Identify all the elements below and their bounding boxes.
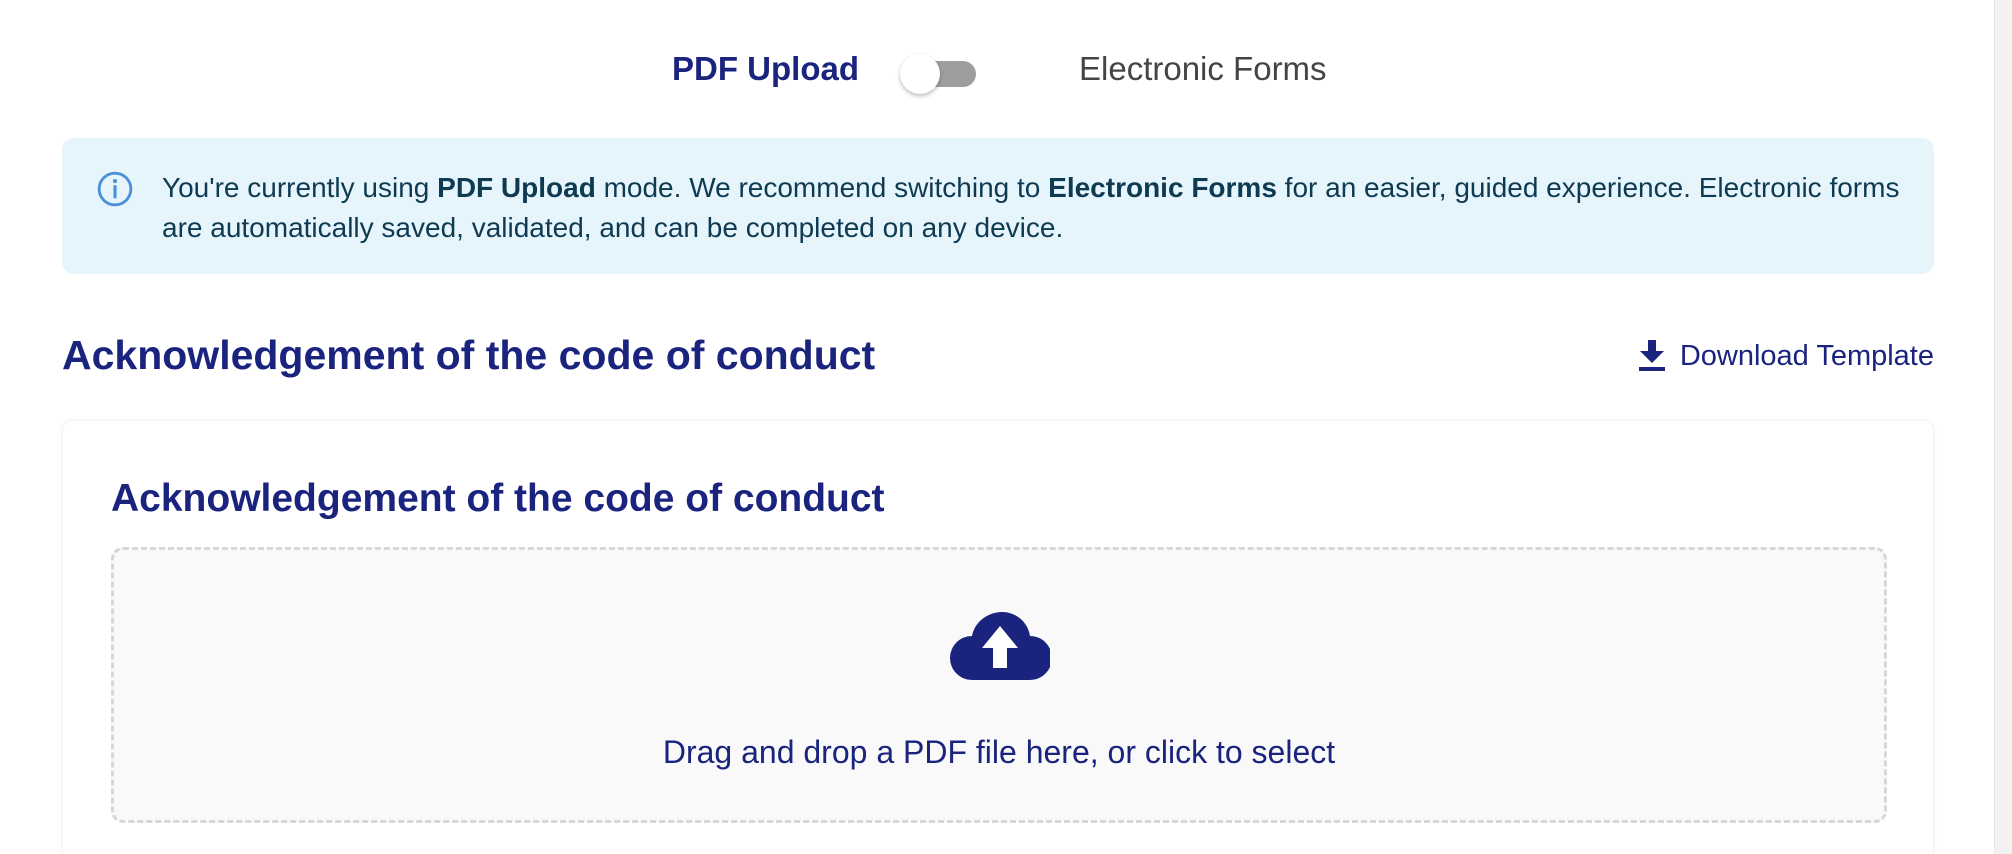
alert-strong-pdf-upload: PDF Upload bbox=[437, 172, 596, 203]
pdf-upload-label: PDF Upload bbox=[672, 50, 859, 87]
download-template-label: Download Template bbox=[1679, 339, 1934, 372]
upload-card: Acknowledgement of the code of conduct D… bbox=[62, 420, 1934, 854]
section-title: Acknowledgement of the code of conduct bbox=[62, 332, 876, 378]
dropzone-instructions: Drag and drop a PDF file here, or click … bbox=[662, 734, 1336, 770]
info-icon bbox=[97, 171, 133, 207]
page-content: PDF Upload Electronic Forms You're curre… bbox=[62, 0, 1934, 854]
alert-text-before: You're currently using bbox=[162, 172, 438, 203]
pdf-dropzone[interactable]: Drag and drop a PDF file here, or click … bbox=[111, 547, 1887, 823]
alert-message: You're currently using PDF Upload mode. … bbox=[162, 168, 1902, 248]
mode-switch-row: PDF Upload Electronic Forms bbox=[62, 44, 1934, 94]
card-title: Acknowledgement of the code of conduct bbox=[111, 477, 885, 520]
alert-strong-electronic-forms: Electronic Forms bbox=[1048, 172, 1277, 203]
download-icon bbox=[1638, 340, 1665, 371]
toggle-thumb bbox=[900, 54, 940, 94]
mode-toggle-switch[interactable] bbox=[900, 52, 976, 94]
cloud-upload-icon bbox=[950, 612, 1050, 680]
info-alert: You're currently using PDF Upload mode. … bbox=[62, 138, 1934, 274]
alert-text-middle: mode. We recommend switching to bbox=[595, 172, 1049, 203]
download-template-button[interactable]: Download Template bbox=[1638, 336, 1934, 376]
electronic-forms-label: Electronic Forms bbox=[1079, 50, 1327, 87]
page-scrollbar[interactable] bbox=[1994, 0, 2012, 854]
